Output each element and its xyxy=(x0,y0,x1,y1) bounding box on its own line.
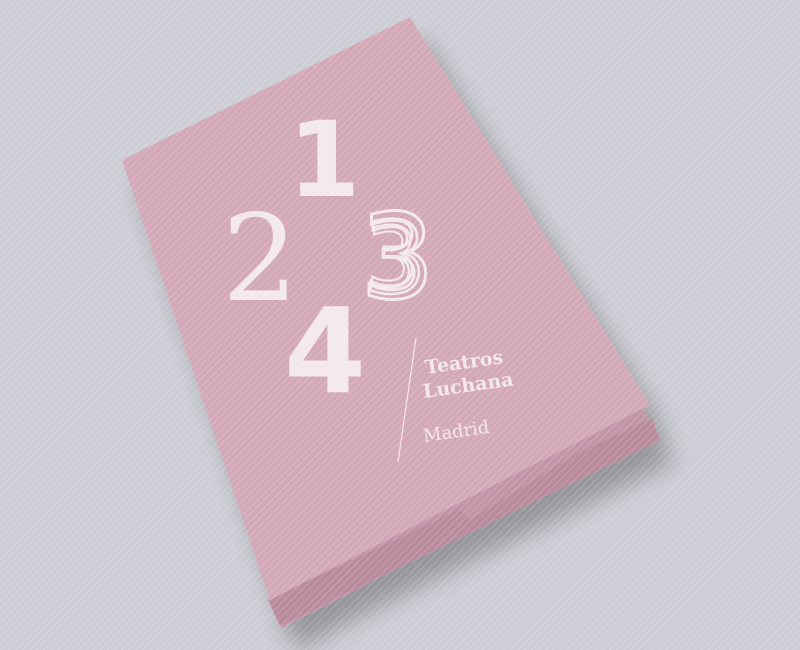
numeral-three-outlined: 3 3 3 xyxy=(359,187,437,328)
numeral-four: 4 xyxy=(284,282,366,420)
product-mockup-scene: 1 2 3 3 3 4 Teatros Luchana Madrid xyxy=(0,0,800,650)
numeral-one: 1 xyxy=(288,99,360,221)
brochure-mockup: 1 2 3 3 3 4 Teatros Luchana Madrid xyxy=(0,0,800,650)
numeral-three-innermost-line: 3 xyxy=(366,211,419,307)
